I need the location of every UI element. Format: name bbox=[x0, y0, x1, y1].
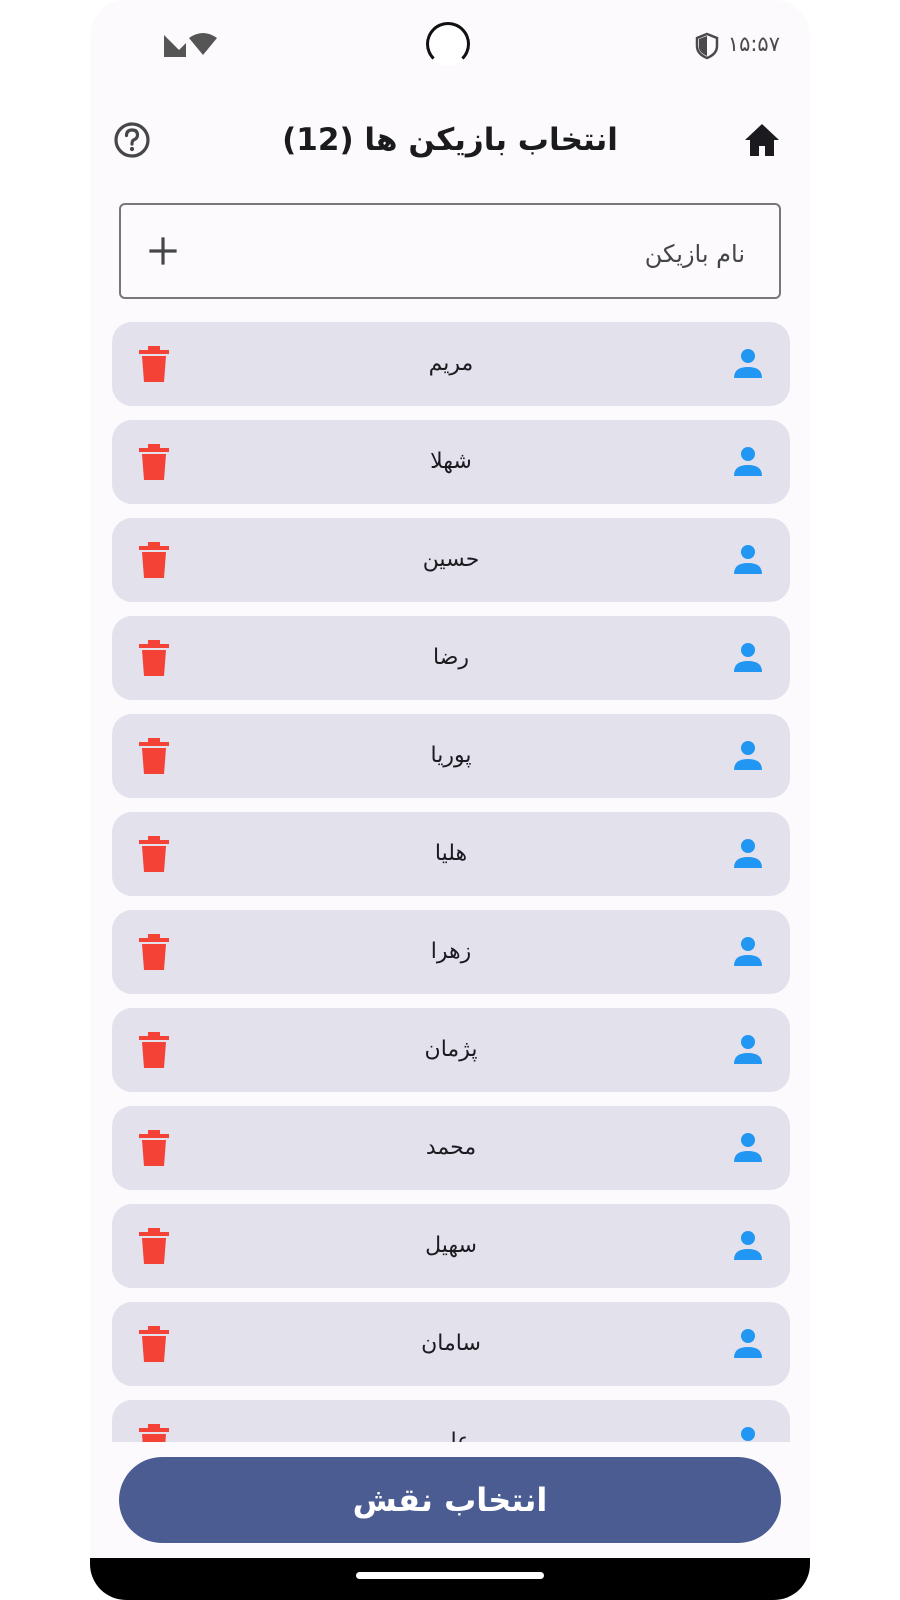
player-name: زهرا bbox=[430, 939, 472, 964]
person-icon bbox=[734, 545, 762, 574]
person-icon bbox=[734, 447, 762, 476]
person-icon bbox=[734, 1231, 762, 1260]
person-icon bbox=[734, 643, 762, 672]
delete-icon[interactable] bbox=[138, 346, 170, 382]
status-time: ۱۵:۵۷ bbox=[727, 32, 780, 56]
player-name: علی bbox=[431, 1429, 471, 1442]
delete-icon[interactable] bbox=[138, 934, 170, 970]
person-icon bbox=[741, 1427, 755, 1441]
camera-cutout bbox=[426, 22, 470, 66]
player-name: سهیل bbox=[425, 1233, 477, 1258]
player-card[interactable]: پژمان bbox=[112, 1008, 790, 1092]
page-title: انتخاب بازیکن ها (12) bbox=[282, 122, 618, 158]
player-card[interactable]: محمد bbox=[112, 1106, 790, 1190]
navigation-bar bbox=[90, 1558, 810, 1600]
player-name: محمد bbox=[425, 1135, 477, 1160]
plus-icon[interactable] bbox=[143, 231, 183, 271]
player-card[interactable]: پوریا bbox=[112, 714, 790, 798]
player-card[interactable]: زهرا bbox=[112, 910, 790, 994]
delete-icon[interactable] bbox=[138, 836, 170, 872]
status-bar: ۱۵:۵۷ bbox=[90, 0, 810, 90]
player-card[interactable]: مریم bbox=[112, 322, 790, 406]
player-name: پوریا bbox=[430, 743, 472, 768]
player-name: مریم bbox=[428, 351, 474, 376]
delete-icon[interactable] bbox=[138, 640, 170, 676]
person-icon bbox=[734, 839, 762, 868]
delete-icon[interactable] bbox=[138, 444, 170, 480]
delete-icon[interactable] bbox=[138, 738, 170, 774]
person-icon bbox=[734, 937, 762, 966]
player-name: سامان bbox=[421, 1331, 481, 1356]
player-card[interactable]: علی bbox=[112, 1400, 790, 1442]
home-gesture-handle[interactable] bbox=[356, 1572, 544, 1579]
player-list[interactable]: مریم شهلا حسین رضا پوریا هلیا زهرا پژمان محمد سهی… bbox=[112, 322, 790, 1442]
delete-icon[interactable] bbox=[138, 542, 170, 578]
player-name: شهلا bbox=[430, 449, 472, 474]
delete-icon[interactable] bbox=[138, 1228, 170, 1264]
person-icon bbox=[734, 349, 762, 378]
player-card[interactable]: سامان bbox=[112, 1302, 790, 1386]
player-name: رضا bbox=[432, 645, 469, 670]
choose-role-button[interactable]: انتخاب نقش bbox=[119, 1457, 781, 1543]
person-icon bbox=[734, 1035, 762, 1064]
delete-icon[interactable] bbox=[138, 1130, 170, 1166]
help-circle-icon[interactable] bbox=[112, 120, 152, 160]
add-player-field bbox=[119, 203, 781, 299]
delete-icon[interactable] bbox=[138, 1032, 170, 1068]
delete-icon[interactable] bbox=[138, 1326, 170, 1362]
player-card[interactable]: حسین bbox=[112, 518, 790, 602]
app-bar: انتخاب بازیکن ها (12) bbox=[90, 100, 810, 180]
player-card[interactable]: سهیل bbox=[112, 1204, 790, 1288]
phone-screen: ۱۵:۵۷ انتخاب بازیکن ها (12) مریم شهلا حسین… bbox=[90, 0, 810, 1600]
player-name: پژمان bbox=[424, 1037, 478, 1062]
player-name: هلیا bbox=[434, 841, 468, 866]
person-icon bbox=[734, 1133, 762, 1162]
person-icon bbox=[734, 741, 762, 770]
signal-icon bbox=[164, 35, 186, 57]
player-name: حسین bbox=[422, 547, 480, 572]
player-name-input[interactable] bbox=[263, 233, 747, 275]
player-card[interactable]: هلیا bbox=[112, 812, 790, 896]
wifi-icon bbox=[189, 33, 217, 55]
person-icon bbox=[734, 1329, 762, 1358]
player-card[interactable]: رضا bbox=[112, 616, 790, 700]
player-card[interactable]: شهلا bbox=[112, 420, 790, 504]
shield-icon bbox=[695, 32, 719, 60]
home-icon[interactable] bbox=[742, 120, 782, 160]
delete-icon[interactable] bbox=[138, 1424, 170, 1442]
